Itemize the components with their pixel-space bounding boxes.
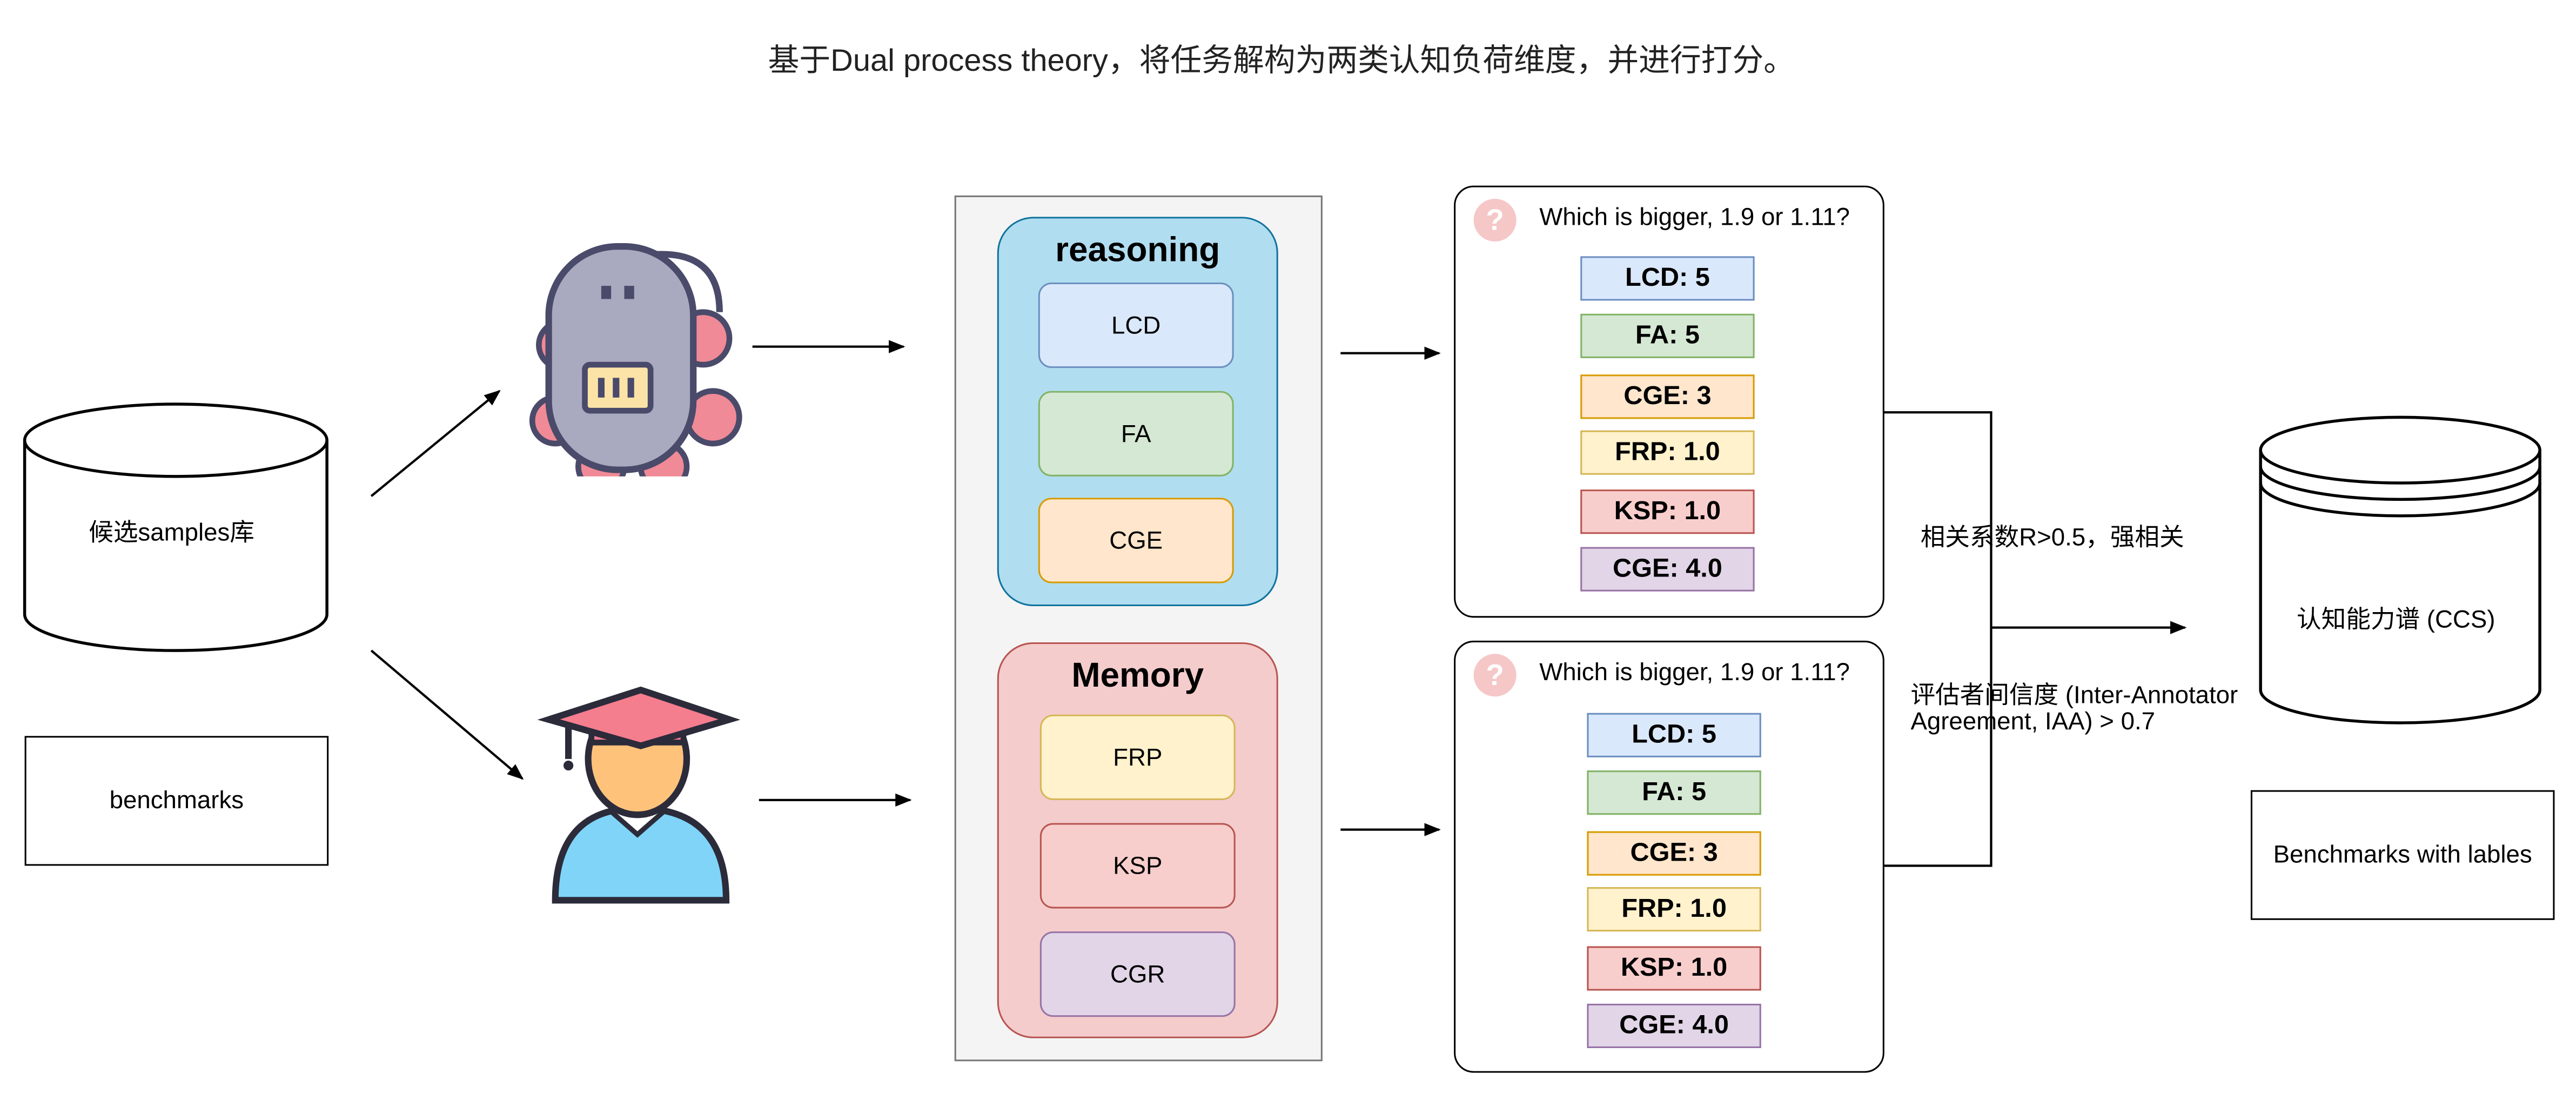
score-frp: FRP: 1.0 bbox=[1580, 430, 1755, 475]
score-cge: CGE: 3 bbox=[1587, 831, 1761, 876]
robot-icon bbox=[529, 243, 756, 493]
reasoning-item-lcd: LCD bbox=[1038, 283, 1234, 368]
diagram-canvas: 基于Dual process theory，将任务解构为两类认知负荷维度，并进行… bbox=[0, 0, 2576, 1093]
memory-item-ksp: KSP bbox=[1039, 823, 1236, 909]
ccs-db-label: 认知能力谱 (CCS) bbox=[2297, 606, 2496, 634]
card-question: Which is bigger, 1.9 or 1.11? bbox=[1539, 204, 1850, 232]
reasoning-title: reasoning bbox=[1055, 231, 1220, 270]
arrow-icon bbox=[370, 390, 501, 497]
memory-title: Memory bbox=[1071, 657, 1204, 695]
correlation-label: 相关系数R>0.5，强相关 bbox=[1920, 524, 2184, 552]
benchmarks-labels-box: Benchmarks with lables bbox=[2250, 790, 2555, 920]
iaa-label-line1: 评估者间信度 (Inter-Annotator bbox=[1910, 681, 2238, 710]
score-lcd: LCD: 5 bbox=[1587, 713, 1761, 757]
score-lcd: LCD: 5 bbox=[1580, 256, 1755, 301]
score-ksp: KSP: 1.0 bbox=[1580, 489, 1755, 534]
arrow-icon bbox=[370, 649, 524, 780]
score-ksp: KSP: 1.0 bbox=[1587, 946, 1761, 991]
iaa-label-line2: Agreement, IAA) > 0.7 bbox=[1910, 708, 2156, 736]
score-fa: FA: 5 bbox=[1587, 770, 1761, 815]
student-icon bbox=[537, 686, 741, 904]
score-cge: CGE: 3 bbox=[1580, 374, 1755, 419]
score-cge-2: CGE: 4.0 bbox=[1580, 547, 1755, 592]
reasoning-item-fa: FA bbox=[1038, 391, 1234, 476]
ccs-db-icon bbox=[2259, 415, 2541, 724]
merge-bracket bbox=[1882, 411, 1993, 867]
memory-item-frp: FRP bbox=[1039, 714, 1236, 800]
reasoning-item-cge: CGE bbox=[1038, 498, 1234, 583]
benchmarks-box: benchmarks bbox=[24, 736, 329, 866]
card-question: Which is bigger, 1.9 or 1.11? bbox=[1539, 659, 1850, 687]
memory-item-cgr: CGR bbox=[1039, 931, 1236, 1017]
question-icon: ? bbox=[1473, 198, 1517, 241]
question-icon: ? bbox=[1473, 654, 1517, 697]
score-fa: FA: 5 bbox=[1580, 313, 1755, 358]
score-frp: FRP: 1.0 bbox=[1587, 887, 1761, 932]
score-cge-2: CGE: 4.0 bbox=[1587, 1003, 1761, 1049]
candidate-db-label: 候选samples库 bbox=[89, 519, 254, 547]
